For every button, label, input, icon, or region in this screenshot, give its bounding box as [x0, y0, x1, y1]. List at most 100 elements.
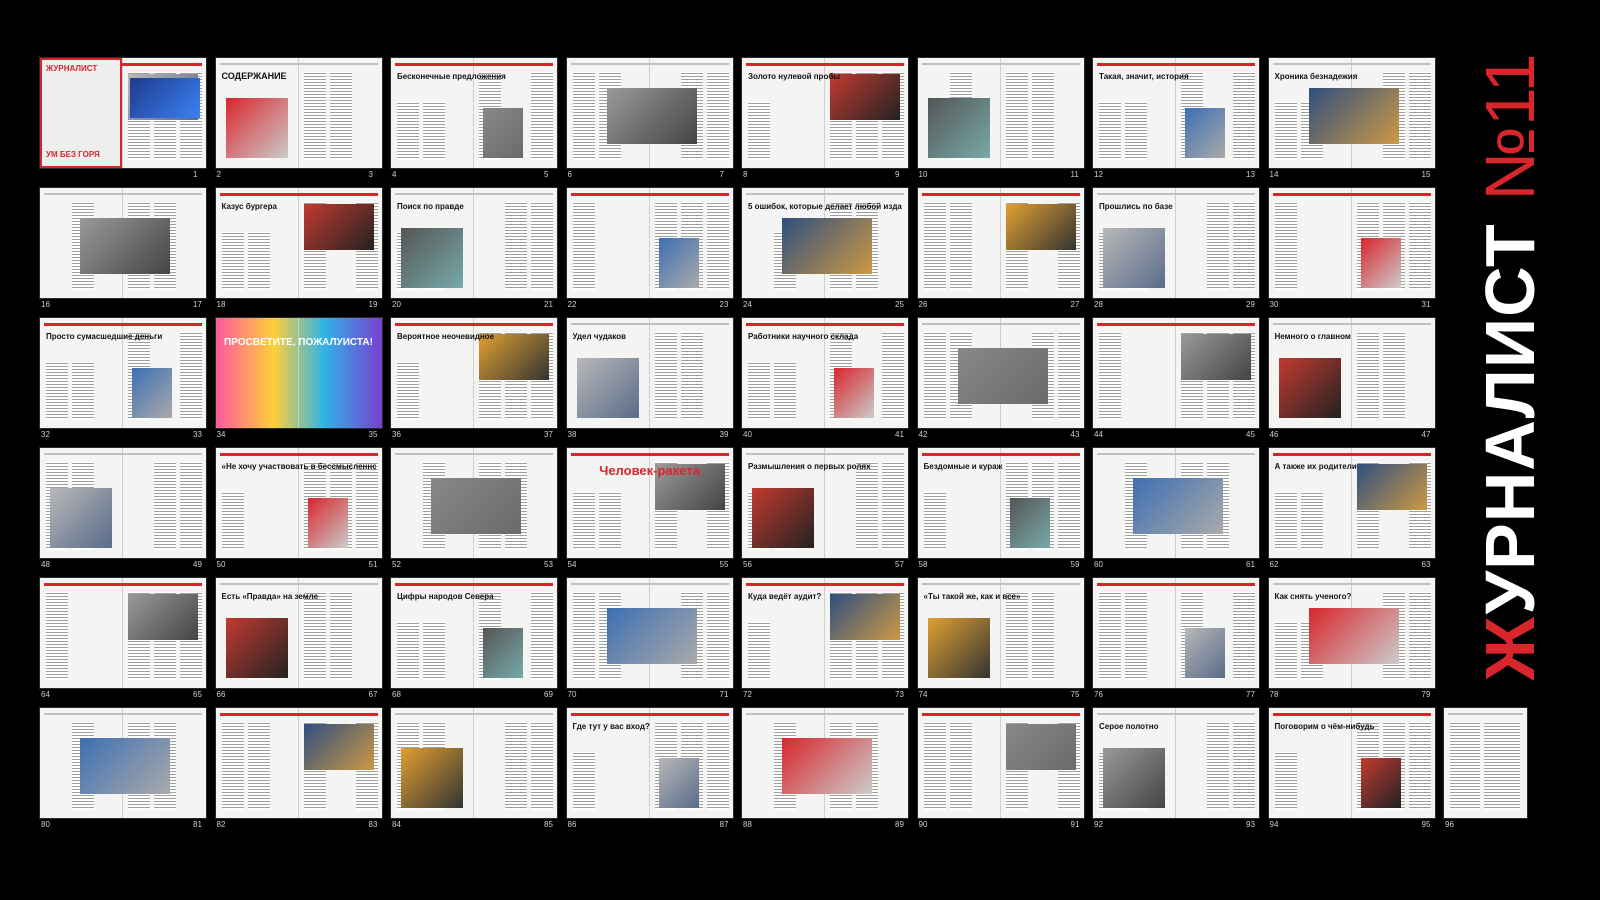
section-red-bar — [1272, 193, 1431, 196]
page-number-left: 60 — [1094, 560, 1103, 569]
page-image — [658, 758, 699, 808]
page-image — [1185, 628, 1225, 678]
page-number-right: 69 — [544, 690, 553, 699]
text-column — [397, 622, 419, 680]
page-number-right: 47 — [1421, 430, 1431, 439]
text-column — [923, 332, 946, 420]
page-image — [431, 478, 521, 534]
spread-thumbnail[interactable]: Золото нулевой пробы — [742, 58, 908, 168]
text-column — [1484, 722, 1520, 810]
page-number-left: 20 — [392, 300, 401, 309]
spread-row: 80 81 82 83 84 85 Где тут у вас вход? 86 87 88 89 9… — [40, 708, 1527, 838]
spread-thumbnail[interactable]: Размышления о первых ролях — [742, 448, 908, 558]
spread-thumbnail[interactable]: Прошлись по базе — [1093, 188, 1259, 298]
spread-thumbnail[interactable]: Такая, значит, история — [1093, 58, 1259, 168]
spread-thumbnail[interactable]: Есть «Правда» на земле — [215, 578, 382, 688]
spread-thumbnail[interactable] — [1093, 318, 1259, 428]
page-number-left: 50 — [216, 560, 226, 569]
spread-thumbnail[interactable] — [566, 58, 733, 168]
page-image — [957, 348, 1048, 404]
spread-thumbnail[interactable]: Серое полотно — [1093, 708, 1259, 818]
text-column — [1233, 722, 1255, 810]
spread-thumbnail[interactable] — [1093, 448, 1259, 558]
spread-headline: Поговорим о чём-нибудь — [1274, 722, 1375, 731]
spread-thumbnail[interactable] — [1093, 578, 1259, 688]
spread-thumbnail[interactable]: Хроника безнадежия — [1268, 58, 1435, 168]
spread-thumbnail[interactable] — [40, 448, 206, 558]
spread-thumbnail[interactable]: Просто сумасшедшие деньги — [40, 318, 206, 428]
spread-headline: Такая, значит, история — [1099, 72, 1189, 81]
spread-thumbnail[interactable] — [40, 188, 206, 298]
spread-thumbnail[interactable] — [1444, 708, 1527, 818]
spread-thumbnail[interactable]: «Не хочу участвовать в бессмысленном нак… — [215, 448, 382, 558]
spread-thumbnail[interactable] — [917, 318, 1084, 428]
page-image — [401, 228, 463, 288]
spread-thumbnail[interactable]: Как снять ученого? — [1268, 578, 1435, 688]
page-image — [606, 88, 697, 144]
spread-thumbnail[interactable] — [391, 448, 557, 558]
page-header-rule — [1272, 63, 1431, 65]
text-column — [329, 592, 352, 680]
spread-thumbnail[interactable] — [566, 188, 733, 298]
text-column — [1233, 72, 1255, 160]
page-image — [1360, 238, 1401, 288]
spread-headline: Куда ведёт аудит? — [748, 592, 822, 601]
spread-row: 16 17 Казус бургера 18 19 Поиск по правде 20 21… — [40, 188, 1500, 318]
spread-headline: Удел чудаков — [572, 332, 626, 341]
section-red-bar — [921, 713, 1080, 716]
spread-thumbnail[interactable]: Бесконечные предложения — [391, 58, 557, 168]
spread-thumbnail[interactable]: 5 ошибок, которые делает любой издатель — [742, 188, 908, 298]
spread-thumbnail[interactable] — [917, 58, 1084, 168]
spread-thumbnail[interactable]: Немного о главном — [1268, 318, 1435, 428]
spread-thumbnail[interactable]: Казус бургера — [215, 188, 382, 298]
spread-thumbnail[interactable]: Работники научного склада — [742, 318, 908, 428]
spread-thumbnail[interactable]: Бездомные и кураж — [917, 448, 1084, 558]
spread-thumbnail[interactable] — [566, 578, 733, 688]
spread-thumbnail[interactable]: Поговорим о чём-нибудь — [1268, 708, 1435, 818]
page-image — [483, 108, 523, 158]
spread-thumbnail[interactable]: Поиск по правде — [391, 188, 557, 298]
spread-thumbnail[interactable]: Вероятное неочевидное — [391, 318, 557, 428]
spread-thumbnail[interactable] — [917, 708, 1084, 818]
section-red-bar — [219, 713, 378, 716]
text-column — [949, 722, 972, 810]
section-red-bar — [1097, 323, 1255, 326]
text-column — [1099, 332, 1121, 420]
spread-thumbnail[interactable] — [40, 708, 206, 818]
text-column — [1207, 722, 1229, 810]
page-number-right: 1 — [193, 170, 198, 179]
spread-thumbnail[interactable]: ПРОСВЕТИТЕ, ПОЖАЛУЙСТА! — [215, 318, 382, 428]
text-column — [706, 202, 729, 290]
cover-subtitle: УМ БЕЗ ГОРЯ — [46, 150, 100, 159]
spread-thumbnail[interactable] — [742, 708, 908, 818]
spread-thumbnail[interactable] — [391, 708, 557, 818]
page-image — [80, 218, 170, 274]
spread-thumbnail[interactable]: Человек-ракета — [566, 448, 733, 558]
text-column — [1031, 592, 1054, 680]
page-header-rule — [44, 193, 202, 195]
spread-thumbnail[interactable]: А также их родители — [1268, 448, 1435, 558]
spread-thumbnail[interactable]: Цифры народов Севера — [391, 578, 557, 688]
section-red-bar — [44, 583, 202, 586]
spread-thumbnail[interactable]: «Ты такой же, как и все» — [917, 578, 1084, 688]
spread-thumbnail[interactable] — [917, 188, 1084, 298]
spread-thumbnail[interactable] — [215, 708, 382, 818]
spread-thumbnail[interactable]: СОДЕРЖАНИЕ — [215, 58, 382, 168]
spread-headline: Как снять ученого? — [1274, 592, 1352, 601]
page-image — [782, 218, 872, 274]
text-column — [1125, 102, 1147, 160]
section-red-bar — [1272, 453, 1431, 456]
text-column — [923, 202, 946, 290]
spread-thumbnail[interactable] — [1268, 188, 1435, 298]
spread-thumbnail[interactable] — [40, 578, 206, 688]
text-column — [221, 492, 244, 550]
spread-thumbnail[interactable]: Удел чудаков — [566, 318, 733, 428]
page-image — [80, 738, 170, 794]
spread-thumbnail[interactable]: Где тут у вас вход? — [566, 708, 733, 818]
spread-thumbnail[interactable]: ЖУРНАЛИСТ УМ БЕЗ ГОРЯ — [40, 58, 206, 168]
spread-thumbnail[interactable]: Куда ведёт аудит? — [742, 578, 908, 688]
page-number-right: 63 — [1421, 560, 1431, 569]
page-number-right: 51 — [368, 560, 378, 569]
page-image — [1009, 498, 1050, 548]
spread-row: Просто сумасшедшие деньги 32 33 ПРОСВЕТИТЕ,… — [40, 318, 1500, 448]
